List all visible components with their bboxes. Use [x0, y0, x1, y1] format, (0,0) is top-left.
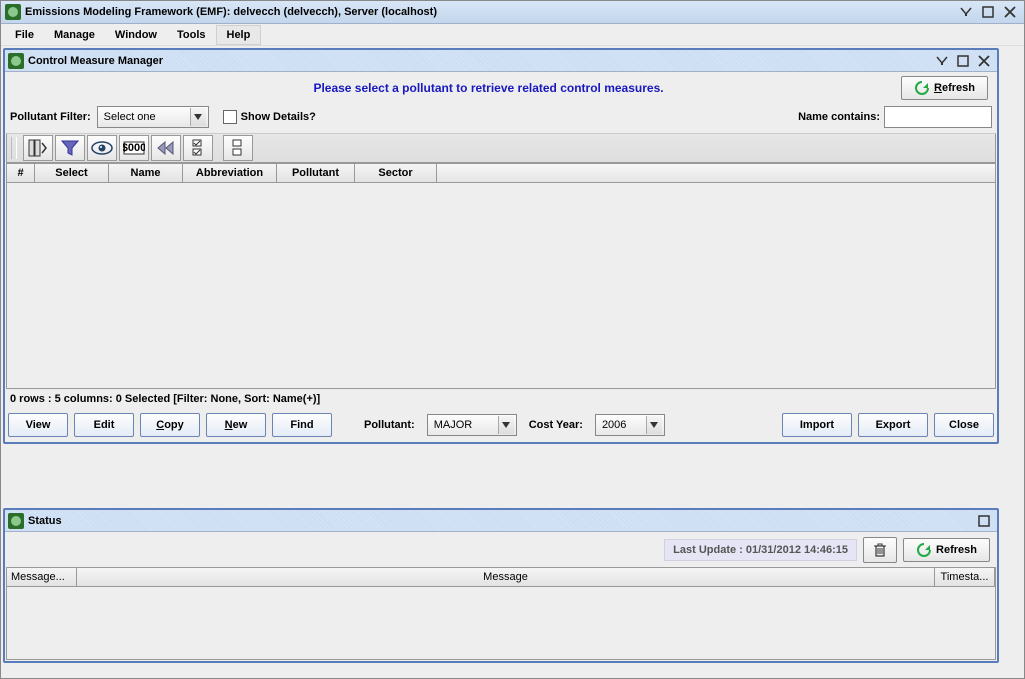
cmc-top-row: Please select a pollutant to retrieve re… [6, 73, 996, 103]
pollutant-combo[interactable]: MAJOR [427, 414, 517, 436]
toolbar-handle-icon [11, 137, 17, 159]
minimize-button[interactable] [956, 3, 976, 21]
columns-icon [28, 139, 48, 157]
check-all-icon [192, 139, 204, 157]
status-frame: Status Last Update : 01/31/2012 14:46:15 [3, 508, 999, 663]
cmc-title: Control Measure Manager [28, 55, 932, 67]
cmc-refresh-button[interactable]: Refresh [901, 76, 988, 100]
export-button[interactable]: Export [858, 413, 928, 437]
eye-icon [91, 141, 113, 155]
tb-select-all-button[interactable] [183, 135, 213, 161]
rewind-icon [157, 141, 175, 155]
minimize-icon [935, 54, 949, 68]
close-icon [1003, 5, 1017, 19]
maximize-icon [981, 5, 995, 19]
name-contains-label: Name contains: [798, 111, 880, 123]
svg-text:$000: $000 [123, 142, 145, 154]
pollutant-filter-label: Pollutant Filter: [10, 111, 91, 123]
cost-year-combo[interactable]: 2006 [595, 414, 665, 436]
menu-manage[interactable]: Manage [44, 26, 105, 44]
status-top-row: Last Update : 01/31/2012 14:46:15 Refres… [6, 533, 996, 567]
menu-file[interactable]: File [5, 26, 44, 44]
col-select[interactable]: Select [35, 164, 109, 182]
status-clear-button[interactable] [863, 537, 897, 563]
cmc-table-header: # Select Name Abbreviation Pollutant Sec… [6, 163, 996, 183]
col-rownum[interactable]: # [7, 164, 35, 182]
cmc-instruction: Please select a pollutant to retrieve re… [76, 81, 901, 95]
cmc-toolbar: $000 [6, 133, 996, 163]
close-button[interactable]: Close [934, 413, 994, 437]
import-button[interactable]: Import [782, 413, 852, 437]
cmc-close-button[interactable] [974, 52, 994, 70]
maximize-icon [956, 54, 970, 68]
close-icon [977, 54, 991, 68]
view-button[interactable]: View [8, 413, 68, 437]
col-sector[interactable]: Sector [355, 164, 437, 182]
find-button[interactable]: Find [272, 413, 332, 437]
funnel-icon [61, 140, 79, 156]
show-details-checkbox[interactable]: Show Details? [223, 110, 316, 124]
pollutant-filter-combo[interactable]: Select one [97, 106, 209, 128]
chevron-down-icon [190, 108, 206, 126]
status-table-body[interactable] [6, 587, 996, 660]
status-col-timestamp[interactable]: Timesta... [935, 568, 995, 586]
refresh-icon [914, 80, 930, 96]
trash-icon [873, 542, 887, 558]
new-button[interactable]: New [206, 413, 266, 437]
menu-tools[interactable]: Tools [167, 26, 216, 44]
status-icon [8, 513, 24, 529]
col-name[interactable]: Name [109, 164, 183, 182]
tb-reset-button[interactable] [151, 135, 181, 161]
chevron-down-icon [498, 416, 514, 434]
status-col-msg-short[interactable]: Message... [7, 568, 77, 586]
copy-button[interactable]: Copy [140, 413, 200, 437]
close-button[interactable] [1000, 3, 1020, 21]
status-refresh-button[interactable]: Refresh [903, 538, 990, 562]
maximize-icon [977, 514, 991, 528]
app-icon [5, 4, 21, 20]
cmc-filter-row: Pollutant Filter: Select one Show Detail… [6, 103, 996, 131]
tb-view-button[interactable] [87, 135, 117, 161]
status-title-bar: Status [5, 510, 997, 532]
last-update-label: Last Update : 01/31/2012 14:46:15 [664, 539, 857, 561]
cmc-title-bar: Control Measure Manager [5, 50, 997, 72]
app-title: Emissions Modeling Framework (EMF): delv… [25, 6, 956, 18]
col-pollutant[interactable]: Pollutant [277, 164, 355, 182]
tb-clear-all-button[interactable] [223, 135, 253, 161]
menu-bar: File Manage Window Tools Help [1, 24, 1024, 46]
chevron-down-icon [646, 416, 662, 434]
menu-window[interactable]: Window [105, 26, 167, 44]
cmc-bottom-row: View Edit Copy New Find Pollutant: MAJOR… [6, 409, 996, 441]
cmc-table-body[interactable] [6, 183, 996, 389]
status-table-header: Message... Message Timesta... [6, 567, 996, 587]
menu-help[interactable]: Help [216, 25, 262, 45]
mdi-area: Control Measure Manager [1, 46, 1024, 678]
status-title: Status [28, 515, 974, 527]
minimize-icon [959, 5, 973, 19]
tb-filter-button[interactable] [55, 135, 85, 161]
col-abbreviation[interactable]: Abbreviation [183, 164, 277, 182]
control-measure-manager-frame: Control Measure Manager [3, 48, 999, 444]
name-contains-input[interactable] [884, 106, 992, 128]
status-col-msg[interactable]: Message [77, 568, 935, 586]
pollutant-label: Pollutant: [364, 419, 415, 431]
edit-button[interactable]: Edit [74, 413, 134, 437]
tb-columns-button[interactable] [23, 135, 53, 161]
checkbox-icon [223, 110, 237, 124]
cmc-status-text: 0 rows : 5 columns: 0 Selected [Filter: … [6, 389, 996, 409]
maximize-button[interactable] [978, 3, 998, 21]
dollar-icon: $000 [123, 141, 145, 155]
cost-year-label: Cost Year: [529, 419, 583, 431]
refresh-icon [916, 542, 932, 558]
app-title-bar: Emissions Modeling Framework (EMF): delv… [1, 1, 1024, 24]
main-window: Emissions Modeling Framework (EMF): delv… [0, 0, 1025, 679]
status-maximize-button[interactable] [974, 512, 994, 530]
uncheck-all-icon [232, 139, 244, 157]
tb-cost-button[interactable]: $000 [119, 135, 149, 161]
cmc-icon [8, 53, 24, 69]
cmc-maximize-button[interactable] [953, 52, 973, 70]
cmc-minimize-button[interactable] [932, 52, 952, 70]
